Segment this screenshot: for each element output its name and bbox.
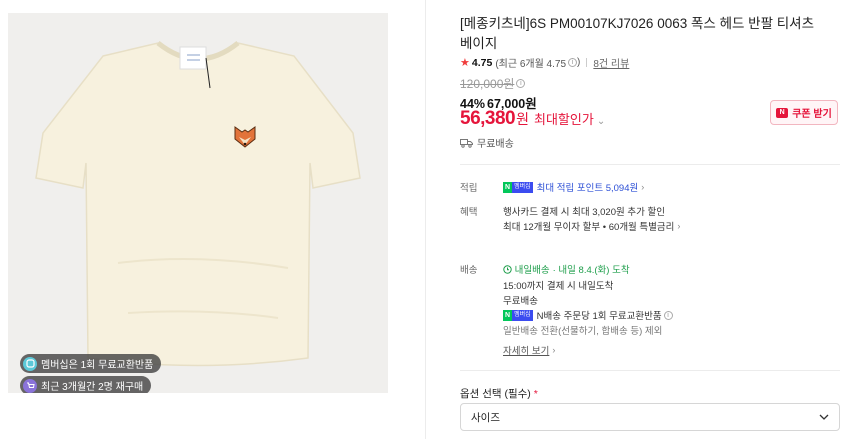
rating-score: 4.75 [471,56,493,69]
repurchase-text: 최근 3개월간 2명 재구매 [41,382,144,393]
chevron-right-icon: › [552,345,556,355]
shipping-text: 무료배송 [477,139,514,150]
membership-icon [23,356,37,371]
cutoff-text: 15:00까지 결제 시 내일도착 [503,281,614,292]
membership-return-badge: 멤버십은 1회 무료교환반품 [20,354,162,373]
required-mark: * [533,388,538,400]
product-image-gallery[interactable]: 멤버십은 1회 무료교환반품 최근 3개월간 2명 재구매 [8,13,388,393]
rating-recent: (최근 6개월 4.75 [495,59,567,70]
delivery-label: 배송 [460,265,478,276]
free-shipping-row: 무료배송 [503,293,538,307]
star-icon: ★ [460,57,470,69]
points-row[interactable]: N 멤버십 최대 적립 포인트 5,094원 › [503,180,644,194]
arrival-date: · 내일 8.4.(화) 도착 [552,265,630,276]
column-divider [425,0,426,439]
cutoff-row: 15:00까지 결제 시 내일도착 [503,278,613,292]
cart-icon [23,378,37,393]
installment-text: 최대 12개월 무이자 할부 • 60개월 특별금리 [503,222,675,233]
size-select-value: 사이즈 [471,411,500,424]
price-info-icon[interactable]: i [516,79,526,88]
naver-membership-icon: N 멤버십 [503,309,533,321]
coupon-icon: N [776,107,789,118]
points-text: 최대 적립 포인트 5,094원 [536,183,639,194]
shipping-info: 무료배송 [460,135,514,150]
points-label: 적립 [460,183,478,194]
section-divider [460,370,840,371]
chevron-down-icon [819,412,829,423]
tomorrow-delivery-badge: 내일배송 [503,262,550,276]
membership-return-text: 멤버십은 1회 무료교환반품 [41,360,154,371]
coupon-label: 쿠폰 받기 [792,109,832,120]
return-note-text: 일반배송 전환(선물하기, 합배송 등) 제외 [503,326,663,337]
chevron-right-icon: › [641,182,645,192]
card-discount-text: 행사카드 결제 시 최대 3,020원 추가 할인 [503,207,665,218]
product-image [35,41,361,367]
details-link[interactable]: 자세히 보기 › [503,343,555,357]
free-shipping-text: 무료배송 [503,296,538,307]
section-divider [460,164,840,165]
info-icon[interactable]: i [568,58,578,67]
max-discount-price[interactable]: 56,380 원 최대할인가 ⌄ [460,108,605,130]
size-select[interactable]: 사이즈 [460,403,840,431]
clock-icon [503,265,512,274]
naver-membership-icon: N 멤버십 [503,181,533,193]
coupon-button[interactable]: N 쿠폰 받기 [770,100,838,125]
installment-row[interactable]: 최대 12개월 무이자 할부 • 60개월 특별금리 › [503,219,680,233]
max-discount-won: 원 [516,111,530,127]
rating-recent-close: ) [577,57,581,68]
benefits-label: 혜택 [460,207,478,218]
product-title: [메종키츠네]6S PM00107KJ7026 0063 폭스 헤드 반팔 티셔… [460,16,815,51]
card-discount-row[interactable]: 행사카드 결제 시 최대 3,020원 추가 할인 [503,204,665,218]
rating-separator [586,58,588,67]
repurchase-badge: 최근 3개월간 2명 재구매 [20,376,152,393]
max-discount-label: 최대할인가 [534,112,594,127]
truck-icon [460,138,473,148]
details-text: 자세히 보기 [503,346,550,357]
rating-row: ★ 4.75 (최근 6개월 4.75 i ) 8건 리뷰 [460,55,629,71]
info-icon[interactable]: i [663,310,673,320]
arrival-row: 내일배송 · 내일 8.4.(화) 도착 [503,262,630,276]
review-count-link[interactable]: 8건 리뷰 [593,55,629,70]
chevron-right-icon: › [677,221,681,231]
original-price: 120,000원 i [460,75,526,92]
original-price-value: 120,000원 [460,77,515,91]
max-discount-number: 56,380 [460,108,516,129]
free-return-text: N배송 주문당 1회 무료교환반품 [536,311,662,322]
free-return-row: N 멤버십 N배송 주문당 1회 무료교환반품 i [503,308,673,322]
chevron-down-icon: ⌄ [596,116,606,127]
option-label: 옵션 선택 (필수) * [460,388,538,400]
return-note-row: 일반배송 전환(선물하기, 합배송 등) 제외 [503,323,662,337]
